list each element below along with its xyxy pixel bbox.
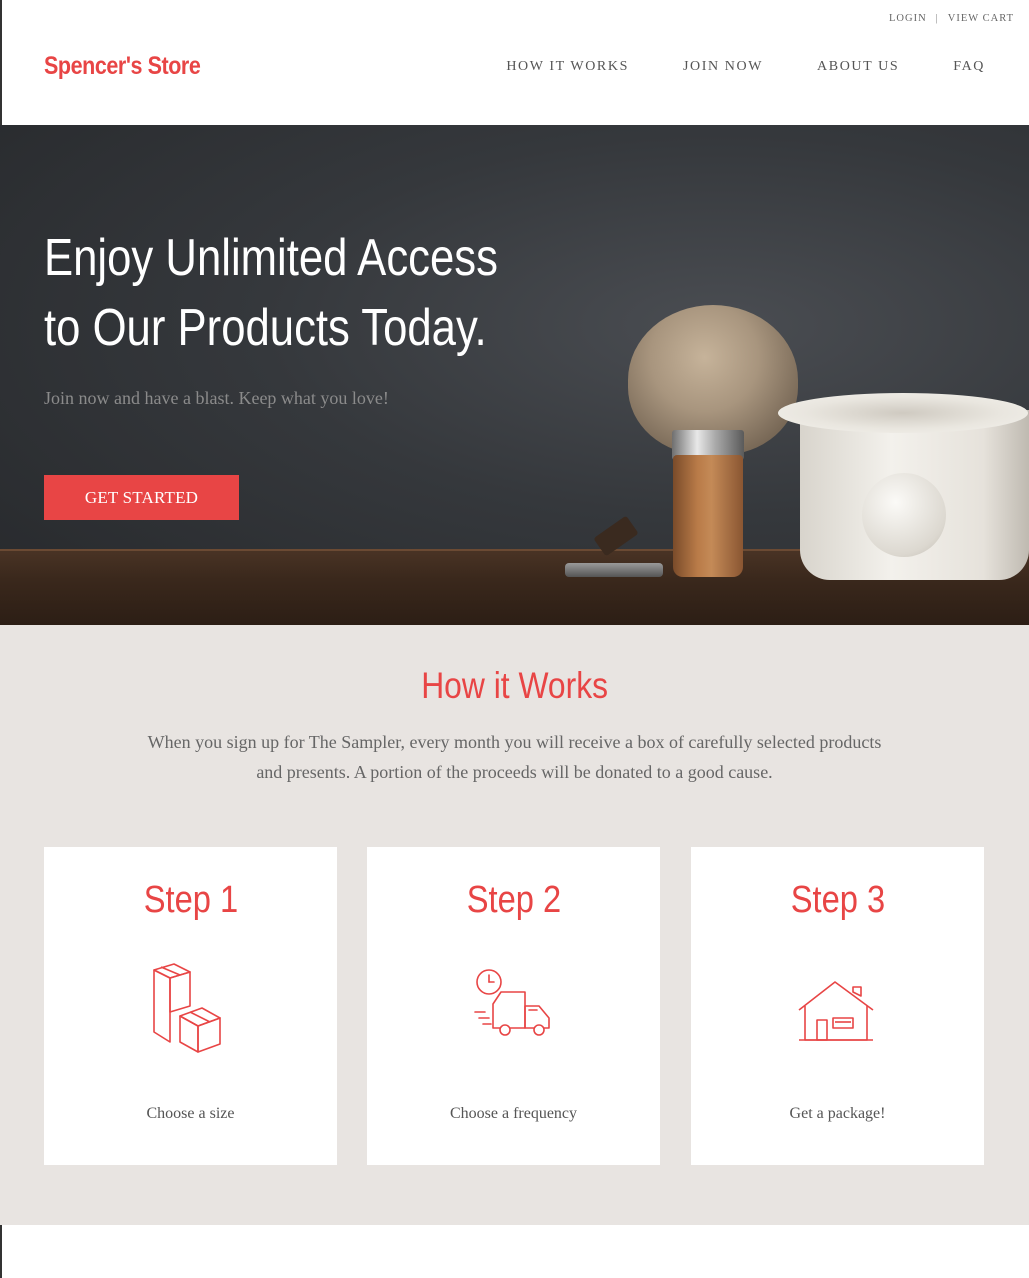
step-title-text: Step 3 xyxy=(790,879,885,921)
get-started-button[interactable]: GET STARTED xyxy=(44,475,239,520)
how-it-works-description: When you sign up for The Sampler, every … xyxy=(147,732,882,782)
nav-faq[interactable]: FAQ xyxy=(953,59,985,75)
store-logo[interactable]: Spencer's Store xyxy=(44,52,201,81)
nav-how-it-works[interactable]: HOW IT WORKS xyxy=(506,59,629,75)
hero-title-line2: to Our Products Today. xyxy=(44,299,487,357)
boxes-icon xyxy=(153,963,221,1053)
razor-head xyxy=(565,563,663,577)
hero-title: Enjoy Unlimited Access to Our Products T… xyxy=(44,223,514,363)
hero-subtitle: Join now and have a blast. Keep what you… xyxy=(44,388,389,408)
step-title-text: Step 1 xyxy=(143,879,238,921)
nav-about-us[interactable]: ABOUT US xyxy=(817,59,899,75)
view-cart-link[interactable]: VIEW CART xyxy=(948,13,1014,24)
how-it-works-section: How it Works When you sign up for The Sa… xyxy=(0,625,1029,1225)
hero-title-line1: Enjoy Unlimited Access xyxy=(44,229,498,287)
step-caption: Choose a frequency xyxy=(449,1105,578,1122)
topbar-separator: | xyxy=(935,13,939,24)
step-title: Step 2 xyxy=(367,879,660,922)
hero-section: Enjoy Unlimited Access to Our Products T… xyxy=(0,125,1029,625)
house-icon xyxy=(798,981,874,1041)
nav-join-now[interactable]: JOIN NOW xyxy=(683,59,763,75)
login-link[interactable]: LOGIN xyxy=(889,13,927,24)
step-title: Step 3 xyxy=(691,879,984,922)
step-caption: Get a package! xyxy=(789,1105,886,1122)
step-title: Step 1 xyxy=(44,879,337,922)
shaving-brush-handle xyxy=(673,455,743,577)
how-heading-text: How it Works xyxy=(421,665,608,706)
step-title-text: Step 2 xyxy=(466,879,561,921)
shaving-mug-rim xyxy=(778,393,1028,433)
shaving-mug-knob xyxy=(862,473,946,557)
step-card-2: Step 2 Choose a frequency xyxy=(367,847,660,1165)
how-it-works-heading: How it Works xyxy=(0,665,1029,707)
top-utility-bar: LOGIN | VIEW CART xyxy=(889,13,1014,24)
step-card-1: Step 1 Choose a size xyxy=(44,847,337,1165)
step-card-3: Step 3 Get a package! xyxy=(691,847,984,1165)
step-caption: Choose a size xyxy=(146,1105,235,1122)
delivery-truck-icon xyxy=(474,969,550,1036)
main-nav: HOW IT WORKS JOIN NOW ABOUT US FAQ xyxy=(452,59,985,75)
